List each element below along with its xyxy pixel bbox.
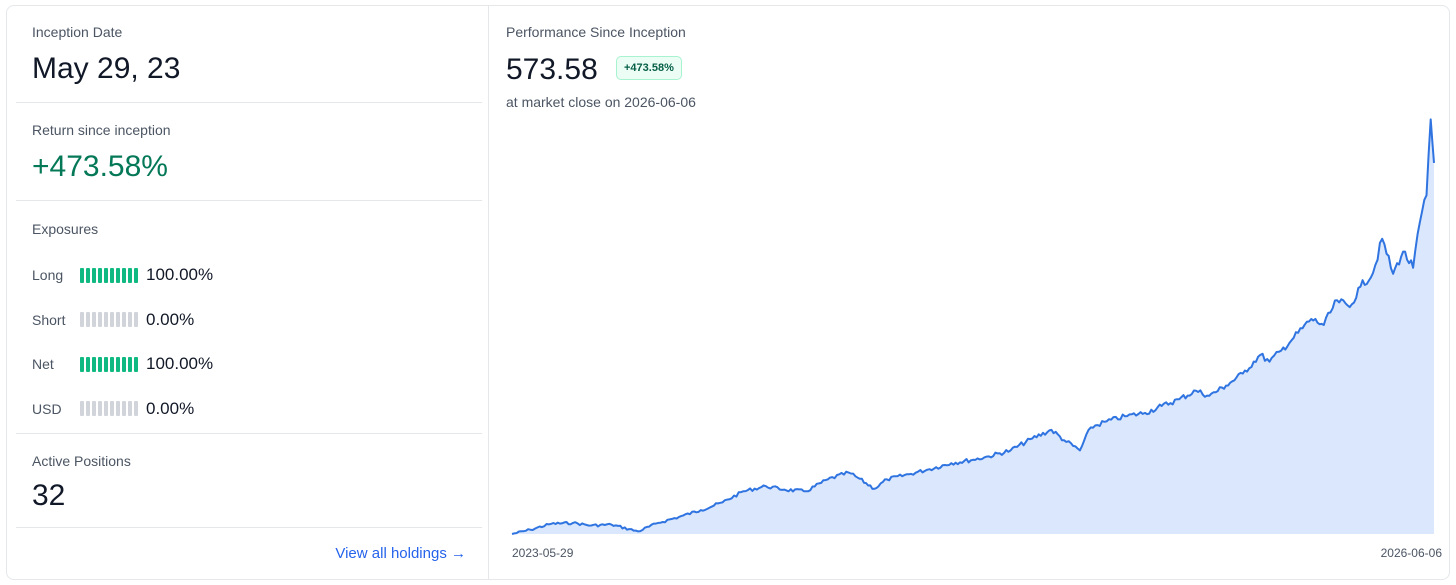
performance-subtitle: at market close on 2026-06-06 — [506, 94, 696, 110]
x-axis-end-label: 2026-06-06 — [1381, 546, 1443, 560]
inception-date: May 29, 23 — [32, 52, 181, 85]
exposure-row-long: Long 100.00% — [32, 263, 213, 287]
return-label: Return since inception — [32, 122, 171, 138]
exposure-bar-segment — [122, 267, 126, 283]
exposure-bar-segment — [122, 312, 126, 327]
exposure-bar-segment — [116, 312, 120, 327]
exposure-bar-segment — [98, 401, 102, 416]
exposure-bar-segment — [110, 312, 114, 327]
exposure-bar-segment — [116, 401, 120, 416]
exposure-bar-segment — [116, 356, 120, 372]
exposure-bar-segment — [104, 401, 108, 416]
exposure-bar-segment — [80, 401, 84, 416]
exposure-bar-segment — [122, 356, 126, 372]
exposure-bar-segment — [80, 312, 84, 327]
exposure-bar-segment — [92, 356, 96, 372]
exposures-section: Exposures Long 100.00% Short 0.00% Net 100.00… — [16, 201, 482, 434]
exposure-label: Short — [32, 311, 66, 328]
exposure-bar-segment — [122, 401, 126, 416]
exposure-bar — [80, 267, 138, 283]
performance-chart: 2023-05-29 2026-06-06 — [511, 118, 1443, 560]
performance-value: 573.58 — [506, 53, 598, 86]
exposure-bar-segment — [134, 267, 138, 283]
exposure-bar-segment — [110, 267, 114, 283]
exposure-bar-segment — [92, 401, 96, 416]
portfolio-card: Inception Date May 29, 23 Return since i… — [6, 5, 1450, 580]
exposure-value: 0.00% — [146, 398, 195, 418]
exposure-value: 100.00% — [146, 354, 214, 373]
performance-area — [512, 119, 1434, 535]
inception-section: Inception Date May 29, 23 — [16, 6, 482, 103]
exposure-bar-segment — [92, 312, 96, 327]
x-axis-start-label: 2023-05-29 — [512, 546, 574, 560]
exposure-bar-segment — [86, 356, 90, 372]
view-all-holdings-link[interactable]: View all holdings → — [335, 545, 466, 562]
exposure-bar-segment — [134, 401, 138, 416]
exposure-bar-segment — [128, 356, 132, 372]
exposure-value: 100.00% — [146, 265, 214, 284]
performance-badge: +473.58% — [616, 56, 682, 80]
performance-title: Performance Since Inception — [506, 24, 686, 40]
exposure-bar-segment — [116, 267, 120, 283]
exposure-bar — [80, 401, 138, 416]
exposure-label: USD — [32, 400, 62, 417]
exposure-bar-segment — [110, 401, 114, 416]
exposure-bar-segment — [104, 356, 108, 372]
positions-count: 32 — [32, 479, 66, 512]
exposure-bar-segment — [80, 356, 84, 372]
exposure-bar — [80, 312, 138, 327]
exposure-bar-segment — [86, 401, 90, 416]
exposure-row-usd: USD 0.00% — [32, 397, 194, 421]
summary-panel: Inception Date May 29, 23 Return since i… — [7, 6, 489, 579]
exposure-bar-segment — [86, 312, 90, 327]
exposure-row-net: Net 100.00% — [32, 352, 213, 376]
exposure-bar-segment — [128, 312, 132, 327]
performance-panel: 2023-05-29 2026-06-06 Performance Since I… — [489, 6, 1449, 579]
inception-label: Inception Date — [32, 24, 123, 40]
exposure-bar-segment — [92, 267, 96, 283]
exposure-bar-segment — [104, 267, 108, 283]
exposures-label: Exposures — [32, 221, 99, 237]
exposure-bar-segment — [80, 267, 84, 283]
positions-section: Active Positions 32 — [16, 434, 482, 528]
exposure-bar — [80, 356, 138, 372]
exposure-bar-segment — [134, 312, 138, 327]
exposure-bar-segment — [134, 356, 138, 372]
exposure-bar-segment — [110, 356, 114, 372]
exposure-bar-segment — [98, 356, 102, 372]
exposure-bar-segment — [128, 401, 132, 416]
exposure-value: 0.00% — [146, 309, 195, 329]
return-section: Return since inception +473.58% — [16, 103, 482, 201]
exposure-bar-segment — [98, 312, 102, 327]
exposure-label: Net — [32, 356, 54, 372]
exposure-bar-segment — [104, 312, 108, 327]
exposure-bar-segment — [98, 267, 102, 283]
return-value: +473.58% — [32, 150, 168, 183]
exposure-label: Long — [32, 267, 64, 283]
exposure-bar-segment — [128, 267, 132, 283]
exposure-row-short: Short 0.00% — [32, 308, 194, 332]
positions-label: Active Positions — [32, 453, 131, 469]
exposure-bar-segment — [86, 267, 90, 283]
